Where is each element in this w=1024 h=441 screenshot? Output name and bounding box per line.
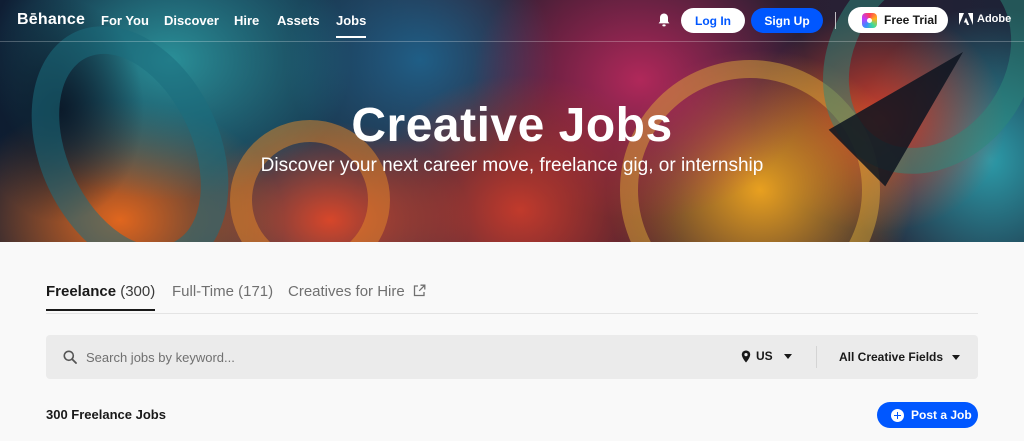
chevron-down-icon: [783, 353, 792, 359]
creative-fields-dropdown[interactable]: All Creative Fields: [839, 350, 961, 364]
nav-item-discover[interactable]: Discover: [164, 13, 219, 28]
tab-count: (171): [238, 283, 274, 300]
adobe-label: Adobe: [977, 13, 1012, 25]
behance-logo[interactable]: Bēhance: [17, 11, 85, 29]
hero-title: Creative Jobs: [351, 99, 673, 152]
job-search-bar: US All Creative Fields: [46, 335, 978, 379]
tab-creatives-for-hire[interactable]: Creatives for Hire: [288, 283, 426, 300]
adobe-logo-icon: [959, 13, 973, 25]
tab-full-time[interactable]: Full-Time (171): [172, 283, 273, 300]
creative-cloud-icon: [862, 12, 877, 28]
job-count-heading: 300 Freelance Jobs: [46, 407, 166, 422]
chevron-down-icon: [952, 354, 961, 360]
tab-label: Creatives for Hire: [288, 283, 405, 300]
top-nav: Bēhance For You Discover Hire Assets Job…: [0, 0, 1024, 42]
location-dropdown[interactable]: US: [741, 349, 792, 363]
post-job-button[interactable]: Post a Job: [877, 402, 978, 428]
tab-freelance[interactable]: Freelance (300): [46, 283, 156, 311]
free-trial-label: Free Trial: [884, 13, 938, 27]
location-pin-icon: [741, 350, 751, 362]
signup-button[interactable]: Sign Up: [751, 8, 823, 33]
post-job-label: Post a Job: [911, 408, 972, 422]
external-link-icon: [413, 284, 426, 297]
search-input[interactable]: [86, 347, 686, 367]
location-value: US: [756, 349, 773, 363]
hero-subtitle: Discover your next career move, freelanc…: [260, 155, 764, 176]
bell-icon[interactable]: [657, 12, 671, 28]
adobe-link[interactable]: Adobe: [959, 13, 1011, 25]
tab-count: (300): [120, 283, 156, 300]
search-divider: [816, 346, 817, 368]
tab-label: Full-Time: [172, 283, 234, 300]
nav-item-hire[interactable]: Hire: [234, 13, 259, 28]
tab-label: Freelance: [46, 283, 117, 300]
free-trial-button[interactable]: Free Trial: [848, 7, 948, 33]
nav-item-for-you[interactable]: For You: [101, 13, 149, 28]
search-icon: [63, 350, 77, 364]
plus-circle-icon: [891, 408, 904, 422]
nav-item-jobs[interactable]: Jobs: [336, 13, 367, 38]
job-type-tabs: Freelance (300) Full-Time (171) Creative…: [46, 276, 978, 314]
nav-divider: [835, 12, 836, 29]
creative-fields-value: All Creative Fields: [839, 350, 944, 364]
login-button[interactable]: Log In: [681, 8, 745, 33]
nav-item-assets[interactable]: Assets: [277, 13, 320, 28]
